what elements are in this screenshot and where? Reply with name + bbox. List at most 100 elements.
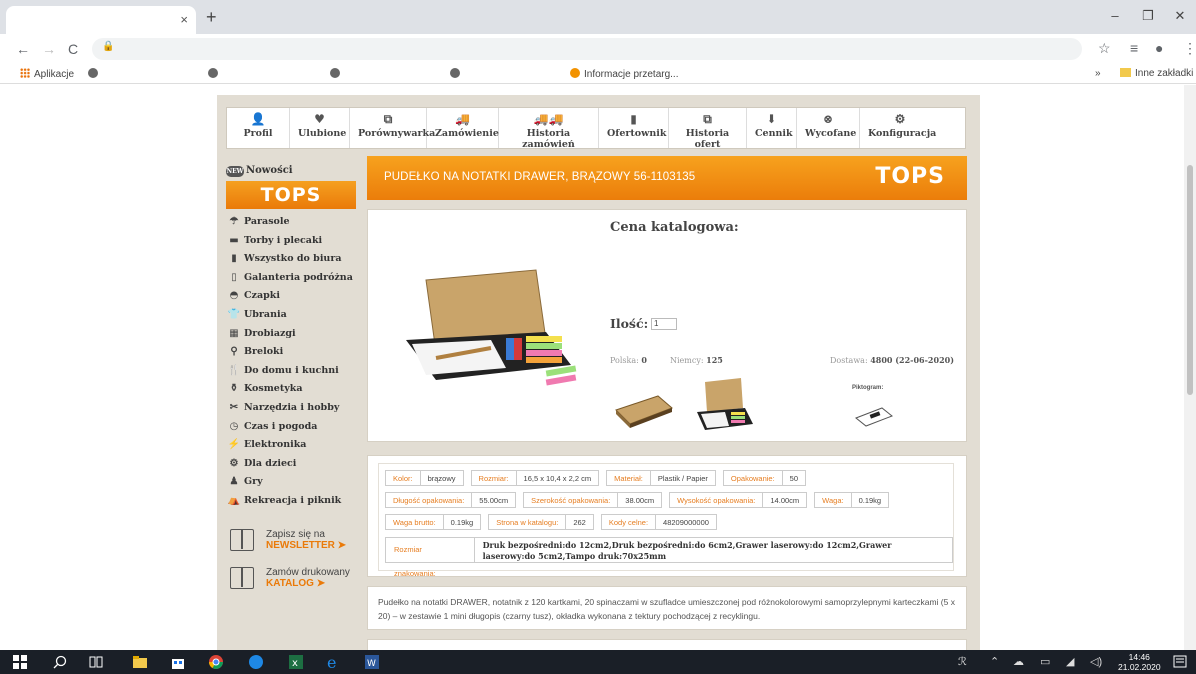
catalog-link[interactable]: KATALOG ➤ xyxy=(266,578,325,589)
category-breloki[interactable]: ⚲ Breloki xyxy=(226,343,362,362)
globe-icon xyxy=(88,68,98,78)
envelope-icon xyxy=(230,528,254,551)
new-tab-button[interactable]: + xyxy=(206,7,217,28)
quantity-input[interactable]: 1 xyxy=(651,318,677,330)
tab-close-icon[interactable]: × xyxy=(180,12,188,27)
bookmark-apps[interactable]: Aplikacje xyxy=(20,68,74,80)
network-icon[interactable]: ◢ xyxy=(1066,655,1074,668)
spec-row-marking: Rozmiar znakowania: Druk bezpośredni:do 1… xyxy=(385,537,953,578)
product-thumbnail-2[interactable] xyxy=(691,372,759,440)
category-rekreacja[interactable]: ⛺ Rekreacja i piknik xyxy=(226,492,362,511)
apps-grid-icon xyxy=(20,68,30,78)
address-bar[interactable]: 🔒 xyxy=(92,38,1082,60)
file-explorer-icon[interactable] xyxy=(132,654,148,670)
nav-wycofane[interactable]: ⊗ Wycofane xyxy=(797,108,860,148)
news-link[interactable]: NEW Nowości xyxy=(226,161,362,181)
other-bookmarks[interactable]: Inne zakładki xyxy=(1120,68,1193,79)
bookmark-2[interactable] xyxy=(208,68,222,80)
category-label: Kosmetyka xyxy=(244,383,303,395)
category-parasole[interactable]: ☂ Parasole xyxy=(226,213,362,232)
people-icon[interactable]: ℛ xyxy=(958,655,967,668)
forward-button[interactable]: → xyxy=(42,41,56,57)
product-panel: Cena katalogowa: Ilość: 1 Polska: 0 Niem… xyxy=(367,209,967,442)
nav-ofertownik[interactable]: ▮ Ofertownik xyxy=(599,108,669,148)
task-view-icon[interactable] xyxy=(88,654,104,670)
pictogram-label: Piktogram: xyxy=(852,385,884,391)
newsletter-link[interactable]: NEWSLETTER ➤ xyxy=(266,540,346,551)
close-window-button[interactable]: ✕ xyxy=(1170,8,1190,24)
nav-zamowienie[interactable]: 🚚 Zamówienie xyxy=(427,108,499,148)
minimize-button[interactable]: – xyxy=(1105,8,1125,23)
onedrive-icon[interactable]: ☁ xyxy=(1013,655,1024,668)
edge-icon[interactable] xyxy=(248,654,264,670)
nav-label: Ulubione xyxy=(298,128,347,139)
nav-cennik[interactable]: ⬇ Cennik xyxy=(747,108,797,148)
reload-button[interactable]: C xyxy=(68,41,78,57)
search-icon[interactable] xyxy=(52,654,68,670)
nav-label: Historia ofert xyxy=(685,128,730,150)
volume-icon[interactable]: ◁) xyxy=(1090,655,1102,668)
stock-germany-value: 125 xyxy=(706,355,723,365)
category-gry[interactable]: ♟ Gry xyxy=(226,473,362,492)
nav-historia-zamowien[interactable]: 🚚🚚 Historia zamówień xyxy=(499,108,599,150)
browser-menu-icon[interactable]: ⋮ xyxy=(1183,40,1196,57)
product-thumbnail-1[interactable] xyxy=(610,372,678,440)
category-czas-pogoda[interactable]: ◷ Czas i pogoda xyxy=(226,418,362,437)
picnic-icon: ⛺ xyxy=(227,494,241,506)
category-dzieci[interactable]: ⚙ Dla dzieci xyxy=(226,455,362,474)
show-hidden-icons[interactable]: ⌃ xyxy=(990,655,999,668)
catalog-promo[interactable]: Zamów drukowany KATALOG ➤ xyxy=(226,563,362,601)
nav-label: Profil xyxy=(243,128,273,139)
taskbar-clock[interactable]: 14:46 21.02.2020 xyxy=(1118,652,1161,672)
bookmark-3[interactable] xyxy=(330,68,344,80)
windows-start-icon[interactable] xyxy=(12,654,28,670)
user-icon: 👤 xyxy=(250,112,266,126)
browser-tab[interactable]: × xyxy=(6,6,196,34)
chrome-icon[interactable] xyxy=(208,654,224,670)
reading-list-icon[interactable]: ≡ xyxy=(1130,40,1138,56)
category-galanteria[interactable]: ▯ Galanteria podróżna xyxy=(226,269,362,288)
nav-historia-ofert[interactable]: ⧉ Historia ofert xyxy=(669,108,747,150)
restore-button[interactable]: ❐ xyxy=(1138,8,1158,24)
cancel-icon: ⊗ xyxy=(822,112,834,126)
nav-profil[interactable]: 👤 Profil xyxy=(227,108,290,148)
category-ubrania[interactable]: 👕 Ubrania xyxy=(226,306,362,325)
category-elektronika[interactable]: ⚡ Elektronika xyxy=(226,436,362,455)
category-narzedzia[interactable]: ✂ Narzędzia i hobby xyxy=(226,399,362,418)
page-scrollbar[interactable] xyxy=(1184,85,1196,650)
bookmarks-more[interactable]: » xyxy=(1095,68,1101,79)
bookmark-4[interactable] xyxy=(450,68,464,80)
stock-poland-value: 0 xyxy=(641,355,647,365)
nav-porownywarka[interactable]: ⧉ Porównywarka xyxy=(350,108,435,148)
bookmark-1[interactable] xyxy=(88,68,102,80)
bookmark-star-icon[interactable]: ☆ xyxy=(1098,40,1111,57)
category-czapki[interactable]: ◓ Czapki xyxy=(226,287,362,306)
excel-icon[interactable]: x xyxy=(288,654,304,670)
bookmark-informacje[interactable]: Informacje przetarg... xyxy=(570,68,678,80)
toys-icon: ⚙ xyxy=(229,457,239,469)
nav-ulubione[interactable]: ♥ Ulubione xyxy=(290,108,350,148)
category-kosmetyka[interactable]: ⚱ Kosmetyka xyxy=(226,380,362,399)
scrollbar-thumb[interactable] xyxy=(1187,165,1193,395)
category-biuro[interactable]: ▮ Wszystko do biura xyxy=(226,250,362,269)
category-label: Parasole xyxy=(244,216,290,227)
product-image[interactable] xyxy=(396,240,586,390)
category-torby[interactable]: ▬ Torby i plecaki xyxy=(226,232,362,251)
category-dom-kuchnia[interactable]: 🍴 Do domu i kuchni xyxy=(226,362,362,381)
nav-label: Historia zamówień xyxy=(522,128,575,150)
specs-table: Kolor: brązowy Rozmiar: 16,5 x 10,4 x 2,2 … xyxy=(378,463,954,578)
category-label: Czapki xyxy=(244,290,280,302)
newsletter-promo[interactable]: Zapisz się na NEWSLETTER ➤ xyxy=(226,525,362,563)
trucks-icon: 🚚🚚 xyxy=(533,112,564,126)
battery-icon[interactable]: ▭ xyxy=(1040,655,1050,668)
store-icon[interactable] xyxy=(170,654,186,670)
nav-konfiguracja[interactable]: ⚙ Konfiguracja xyxy=(860,108,940,148)
back-button[interactable]: ← xyxy=(16,41,30,57)
notifications-icon[interactable] xyxy=(1172,654,1188,670)
internet-explorer-icon[interactable]: e xyxy=(326,654,342,670)
account-icon[interactable]: ● xyxy=(1155,40,1163,56)
word-icon[interactable]: W xyxy=(364,654,380,670)
category-drobiazgi[interactable]: ▦ Drobiazgi xyxy=(226,325,362,344)
svg-text:x: x xyxy=(292,658,298,669)
tops-banner[interactable]: TOPS xyxy=(226,181,356,209)
